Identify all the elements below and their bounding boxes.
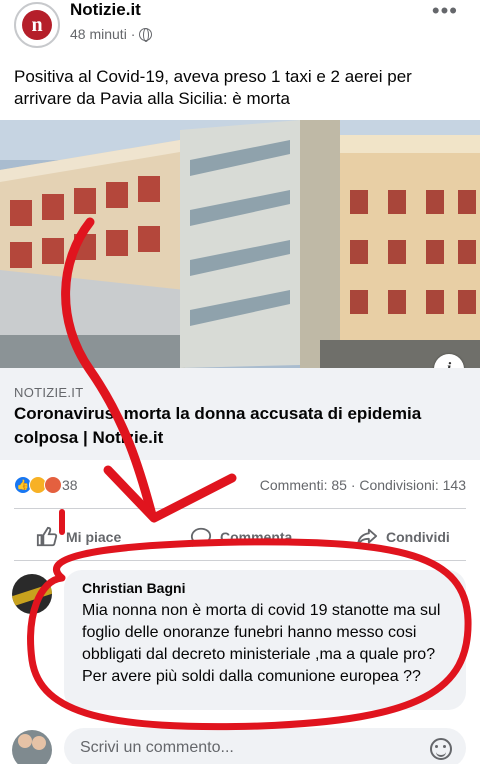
page-avatar[interactable]: n: [14, 2, 60, 48]
divider: [14, 508, 466, 509]
post-text: Positiva al Covid-19, aveva preso 1 taxi…: [14, 67, 412, 108]
reaction-count[interactable]: 38: [62, 477, 78, 493]
comments-shares-count[interactable]: Commenti: 85 · Condivisioni: 143: [260, 477, 466, 493]
angry-reaction-icon: [44, 476, 62, 494]
share-button[interactable]: Condividi: [356, 516, 450, 558]
post-header: n Notizie.it 48 minuti · •••: [0, 0, 480, 56]
share-icon: [356, 528, 378, 546]
more-icon[interactable]: •••: [432, 0, 458, 24]
commenter-name[interactable]: Christian Bagni: [82, 580, 185, 596]
page-logo: n: [22, 10, 52, 40]
comment-bubble: Christian Bagni Mia nonna non è morta di…: [64, 570, 466, 710]
comment-text: Mia nonna non è morta di covid 19 stanot…: [82, 602, 441, 685]
comment-item: Christian Bagni Mia nonna non è morta di…: [0, 566, 480, 716]
comment-label: Commenta: [220, 529, 293, 545]
link-domain: NOTIZIE.IT: [14, 385, 84, 400]
post-time[interactable]: 48 minuti ·: [70, 26, 135, 42]
globe-icon: [139, 27, 153, 42]
post-stats: 👍 38 Commenti: 85 · Condivisioni: 143: [0, 468, 480, 500]
comment-composer: Scrivi un commento...: [0, 724, 480, 764]
like-button[interactable]: Mi piace: [36, 516, 121, 558]
like-icon: [36, 526, 58, 547]
user-avatar: [12, 730, 52, 764]
like-label: Mi piace: [66, 529, 122, 545]
post-meta: 48 minuti ·: [70, 26, 153, 42]
comment-input[interactable]: Scrivi un commento...: [64, 728, 466, 764]
commenter-avatar[interactable]: [12, 574, 52, 614]
emoji-icon[interactable]: [430, 738, 452, 760]
reaction-icons[interactable]: 👍: [14, 476, 62, 494]
share-label: Condividi: [386, 529, 450, 545]
comment-icon: [190, 527, 212, 547]
page-name[interactable]: Notizie.it: [70, 0, 141, 20]
link-preview-caption[interactable]: NOTIZIE.IT Coronavirus, morta la donna a…: [0, 368, 480, 460]
link-title[interactable]: Coronavirus, morta la donna accusata di …: [14, 402, 474, 450]
divider: [14, 560, 466, 561]
link-preview-image[interactable]: i: [0, 120, 480, 368]
comment-button[interactable]: Commenta: [190, 516, 292, 558]
action-bar: Mi piace Commenta Condividi: [0, 516, 480, 558]
hospital-building-photo: [0, 120, 480, 368]
